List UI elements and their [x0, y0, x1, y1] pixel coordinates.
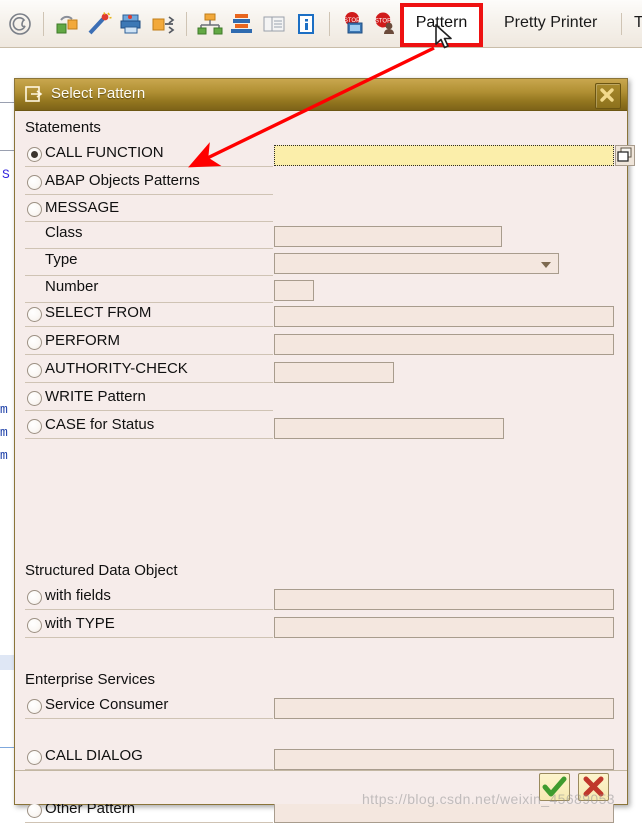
label-perform[interactable]: PERFORM	[45, 332, 120, 349]
label-number: Number	[45, 278, 99, 295]
bg-fragment-3: m	[0, 448, 8, 463]
input-call-function[interactable]	[274, 145, 614, 166]
application-toolbar: STOP STOP Pretty Printer T	[0, 0, 642, 48]
stack-layers-icon[interactable]	[229, 11, 255, 37]
expand-arrows-icon[interactable]	[150, 11, 176, 37]
label-write-pattern[interactable]: WRITE Pattern	[45, 388, 146, 405]
select-pattern-dialog: Select Pattern Statements CALL FUNCTION …	[14, 78, 635, 823]
close-icon[interactable]	[595, 83, 621, 109]
label-with-type[interactable]: with TYPE	[45, 615, 115, 632]
label-type: Type	[45, 251, 78, 268]
radio-abap-objects[interactable]	[27, 175, 42, 190]
input-call-dialog[interactable]	[274, 749, 614, 770]
group-statements-label: Statements	[25, 119, 101, 136]
radio-select-from[interactable]	[27, 307, 42, 322]
label-case-for-status[interactable]: CASE for Status	[45, 416, 154, 433]
radio-call-function[interactable]	[27, 147, 42, 162]
toolbar-separator	[186, 12, 187, 36]
dialog-body: Statements CALL FUNCTION ABAP Objects Pa…	[15, 111, 635, 772]
input-select-from[interactable]	[274, 306, 614, 327]
label-call-function[interactable]: CALL FUNCTION	[45, 144, 164, 161]
bg-fragment-0: S	[2, 167, 10, 182]
bg-fragment-1: m	[0, 402, 8, 417]
list-table-icon[interactable]	[261, 11, 287, 37]
label-with-fields[interactable]: with fields	[45, 587, 111, 604]
radio-service-consumer[interactable]	[27, 699, 42, 714]
radio-with-type[interactable]	[27, 618, 42, 633]
toolbar-separator	[621, 13, 622, 35]
printer-icon[interactable]	[118, 11, 144, 37]
debug-monitor-icon[interactable]: STOP	[340, 11, 366, 37]
radio-authority-check[interactable]	[27, 363, 42, 378]
label-select-from[interactable]: SELECT FROM	[45, 304, 151, 321]
bg-fragment-2: m	[0, 425, 8, 440]
dialog-title: Select Pattern	[51, 85, 146, 102]
magic-wand-icon[interactable]	[86, 11, 112, 37]
input-class[interactable]	[274, 226, 502, 247]
package-check-icon[interactable]	[54, 11, 80, 37]
stop-user-icon[interactable]: STOP	[372, 11, 398, 37]
label-call-dialog[interactable]: CALL DIALOG	[45, 747, 143, 764]
input-perform[interactable]	[274, 334, 614, 355]
input-with-type[interactable]	[274, 617, 614, 638]
input-type-combobox[interactable]	[274, 253, 559, 274]
toolbar-separator	[43, 12, 44, 36]
label-authority-check[interactable]: AUTHORITY-CHECK	[45, 360, 188, 377]
input-number[interactable]	[274, 280, 314, 301]
radio-call-dialog[interactable]	[27, 750, 42, 765]
label-abap-objects[interactable]: ABAP Objects Patterns	[45, 172, 200, 189]
input-service-consumer[interactable]	[274, 698, 614, 719]
radio-with-fields[interactable]	[27, 590, 42, 605]
radio-write-pattern[interactable]	[27, 391, 42, 406]
info-icon[interactable]	[293, 11, 319, 37]
group-enterprise-label: Enterprise Services	[25, 671, 156, 688]
value-help-icon[interactable]	[615, 145, 635, 166]
watermark: https://blog.csdn.net/weixin_45689053	[362, 791, 615, 807]
radio-message[interactable]	[27, 202, 42, 217]
label-message[interactable]: MESSAGE	[45, 199, 119, 216]
pretty-printer-button[interactable]: Pretty Printer	[495, 14, 606, 31]
input-with-fields[interactable]	[274, 589, 614, 610]
group-structured-label: Structured Data Object	[25, 562, 178, 579]
dialog-titlebar: Select Pattern	[15, 79, 627, 111]
trailing-menu-button[interactable]: T	[625, 14, 642, 31]
hierarchy-icon[interactable]	[197, 11, 223, 37]
input-authority-check[interactable]	[274, 362, 394, 383]
toolbar-separator	[329, 12, 330, 36]
radio-case-for-status[interactable]	[27, 419, 42, 434]
radio-other-pattern[interactable]	[27, 803, 42, 818]
at-spiral-icon[interactable]	[7, 11, 33, 37]
input-case-for-status[interactable]	[274, 418, 504, 439]
mouse-cursor-icon	[435, 24, 452, 49]
radio-perform[interactable]	[27, 335, 42, 350]
label-service-consumer[interactable]: Service Consumer	[45, 696, 168, 713]
label-class: Class	[45, 224, 83, 241]
pattern-window-icon	[25, 86, 43, 102]
